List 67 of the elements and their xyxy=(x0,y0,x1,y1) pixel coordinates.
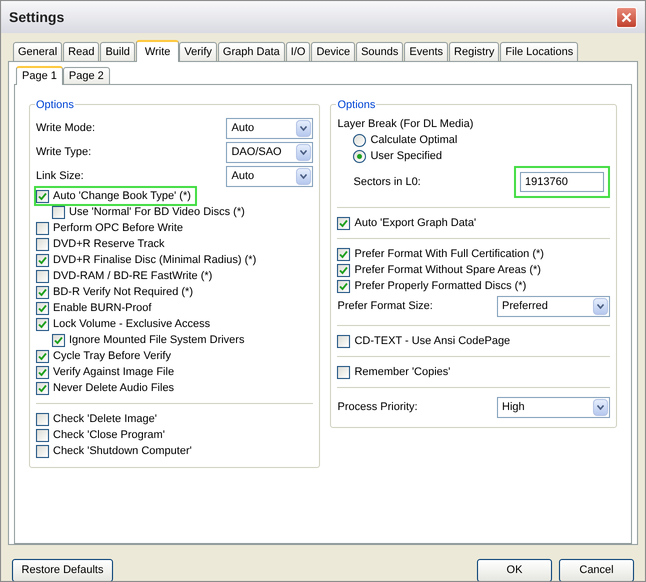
tab[interactable]: General xyxy=(13,42,62,61)
caret-icon[interactable] xyxy=(593,398,608,416)
tab[interactable]: Device xyxy=(311,42,356,61)
checkbox-option[interactable]: Auto 'Export Graph Data' xyxy=(337,214,480,232)
checkbox-option[interactable]: DVD+R Finalise Disc (Minimal Radius) (*) xyxy=(36,252,260,268)
checkbox-option[interactable]: Use 'Normal' For BD Video Discs (*) xyxy=(52,204,249,220)
dialog-button[interactable]: Cancel xyxy=(559,558,634,581)
dropdown[interactable]: Preferred xyxy=(497,296,610,316)
checkbox-option[interactable]: DVD+R Reserve Track xyxy=(36,236,169,252)
dialog-button[interactable]: OK xyxy=(477,558,552,581)
checkbox-option[interactable]: Cycle Tray Before Verify xyxy=(36,348,175,364)
checkbox-option[interactable]: Check 'Close Program' xyxy=(36,426,169,444)
checkbox-option[interactable]: Auto 'Change Book Type' (*) xyxy=(36,188,195,204)
checkbox-option[interactable]: Ignore Mounted File System Drivers xyxy=(52,332,248,348)
checkbox-option[interactable]: Lock Volume - Exclusive Access xyxy=(36,316,214,332)
check-icon xyxy=(38,256,47,264)
tab[interactable]: Page 1 xyxy=(16,66,63,85)
tab[interactable]: Build xyxy=(100,42,135,61)
check-icon xyxy=(38,192,47,200)
tab[interactable]: Page 2 xyxy=(62,67,110,84)
close-icon xyxy=(621,12,632,22)
checkbox-option[interactable]: Check 'Delete Image' xyxy=(36,410,161,428)
field-label: Write Type: xyxy=(36,144,92,160)
field-label: Link Size: xyxy=(36,168,84,184)
caret-icon[interactable] xyxy=(296,144,312,160)
checkbox-option[interactable]: Verify Against Image File xyxy=(36,364,178,380)
tab[interactable]: I/O xyxy=(286,42,310,61)
dropdown[interactable]: High xyxy=(497,396,610,418)
caret-icon[interactable] xyxy=(296,120,312,136)
field-label: Sectors in L0: xyxy=(353,174,421,190)
group-title: Options xyxy=(336,97,376,114)
field-label: Write Mode: xyxy=(36,120,96,136)
dialog-button[interactable]: Restore Defaults xyxy=(12,558,113,581)
checkbox-option[interactable]: Check 'Shutdown Computer' xyxy=(36,442,196,460)
section-label: Layer Break (For DL Media) xyxy=(337,116,474,132)
group-title: Options xyxy=(35,97,75,114)
checkbox-option[interactable]: Remember 'Copies' xyxy=(337,364,454,380)
close-button[interactable] xyxy=(616,6,637,28)
field-label: Process Priority: xyxy=(337,400,418,415)
dropdown[interactable]: DAO/SAO xyxy=(226,142,314,162)
tab[interactable]: Read xyxy=(63,42,100,61)
dropdown[interactable]: Auto xyxy=(226,166,314,186)
checkbox-option[interactable]: Perform OPC Before Write xyxy=(36,220,187,236)
sectors-field[interactable]: 1913760 xyxy=(514,166,610,198)
radio-option[interactable]: User Specified xyxy=(353,148,442,164)
radio-option[interactable]: Calculate Optimal xyxy=(353,132,458,148)
checkbox-option[interactable]: Never Delete Audio Files xyxy=(36,380,178,396)
tab[interactable]: Registry xyxy=(449,42,500,61)
window-title: Settings xyxy=(9,8,64,27)
checkbox-option[interactable]: Prefer Format Without Spare Areas (*) xyxy=(337,262,545,278)
checkbox-option[interactable]: Prefer Properly Formatted Discs (*) xyxy=(337,278,530,294)
checkbox-option[interactable]: CD-TEXT - Use Ansi CodePage xyxy=(337,332,514,350)
tab[interactable]: Graph Data xyxy=(218,42,285,61)
checkbox-option[interactable]: BD-R Verify Not Required (*) xyxy=(36,284,197,300)
check-icon xyxy=(339,218,348,228)
caret-icon[interactable] xyxy=(593,298,608,314)
caret-icon[interactable] xyxy=(296,168,312,184)
dropdown[interactable]: Auto xyxy=(226,118,314,138)
checkbox-option[interactable]: Prefer Format With Full Certification (*) xyxy=(337,246,548,262)
checkbox-option[interactable]: Enable BURN-Proof xyxy=(36,300,156,316)
checkbox-option[interactable]: DVD-RAM / BD-RE FastWrite (*) xyxy=(36,268,216,284)
tab[interactable]: File Locations xyxy=(500,42,578,61)
field-label: Prefer Format Size: xyxy=(337,298,433,314)
tab[interactable]: Write xyxy=(136,40,180,62)
tab[interactable]: Sounds xyxy=(356,42,404,61)
tab[interactable]: Events xyxy=(404,42,448,61)
tab[interactable]: Verify xyxy=(179,42,217,61)
